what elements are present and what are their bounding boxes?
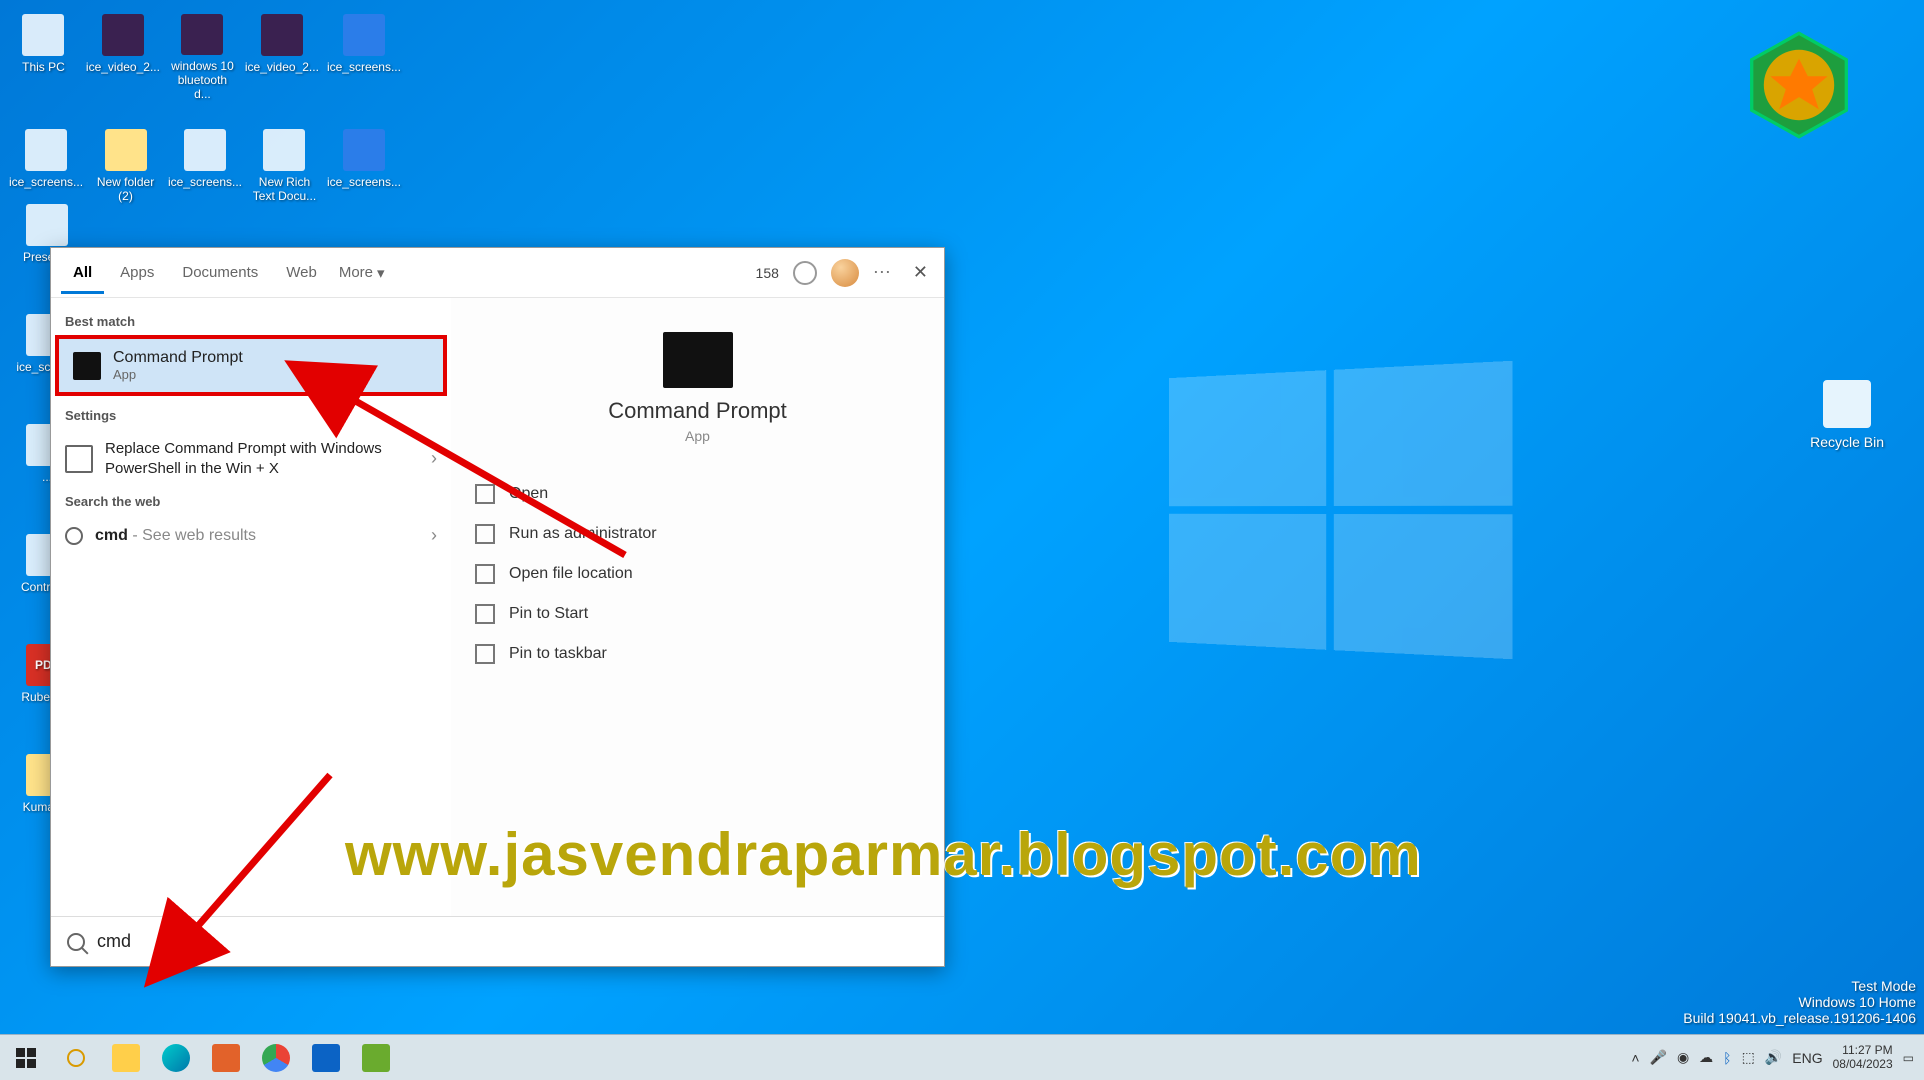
search-input-bar[interactable]	[51, 916, 944, 966]
tray-bluetooth-icon[interactable]: ᛒ	[1723, 1050, 1731, 1066]
system-tray[interactable]: ˄ 🎤 ◉ ☁ ᛒ ⬚ 🔊 ENG	[1631, 1049, 1822, 1066]
recycle-bin[interactable]: Recycle Bin	[1810, 380, 1884, 450]
result-subtitle: App	[113, 367, 243, 382]
search-icon	[67, 1049, 85, 1067]
rewards-icon[interactable]	[793, 261, 817, 285]
tray-notifications-icon[interactable]: ▭	[1903, 1051, 1914, 1065]
tray-chevron-up-icon[interactable]: ˄	[1631, 1050, 1639, 1066]
rewards-points[interactable]: 158	[756, 265, 779, 281]
cmd-large-icon	[663, 332, 733, 388]
section-search-web: Search the web	[51, 488, 451, 515]
tray-volume-icon[interactable]: 🔊	[1765, 1049, 1782, 1066]
pin-icon	[475, 644, 495, 664]
close-button[interactable]: ✕	[907, 262, 934, 283]
taskbar-explorer[interactable]	[104, 1038, 148, 1078]
taskbar-edge[interactable]	[154, 1038, 198, 1078]
result-command-prompt[interactable]: Command Prompt App	[55, 335, 447, 396]
desktop-icon-this-pc[interactable]: This PC	[5, 10, 82, 105]
desktop-icon[interactable]: ice_screens...	[323, 125, 405, 220]
taskbar-store[interactable]	[304, 1038, 348, 1078]
settings-icon	[65, 445, 93, 473]
section-best-match: Best match	[51, 308, 451, 335]
desktop-icon[interactable]: windows 10 bluetooth d...	[164, 10, 241, 105]
search-icon	[67, 933, 85, 951]
tray-network-icon[interactable]: ⬚	[1742, 1049, 1755, 1066]
action-open[interactable]: Open	[469, 474, 926, 514]
desktop-icon[interactable]: New folder (2)	[87, 125, 164, 220]
desktop-icons-area: This PC ice_video_2... windows 10 blueto…	[5, 10, 405, 220]
tab-documents[interactable]: Documents	[170, 252, 270, 294]
tray-language-icon[interactable]: ENG	[1792, 1050, 1822, 1066]
chevron-down-icon: ▾	[377, 264, 385, 282]
recycle-bin-icon	[1823, 380, 1871, 428]
desktop-icon[interactable]: ice_screens...	[164, 125, 246, 220]
desktop-build-info: Test Mode Windows 10 Home Build 19041.vb…	[1683, 978, 1916, 1026]
details-title: Command Prompt	[469, 398, 926, 424]
search-icon	[65, 527, 83, 545]
taskbar-clock[interactable]: 11:27 PM 08/04/2023	[1833, 1044, 1893, 1072]
channel-badge-icon	[1744, 30, 1854, 140]
user-avatar[interactable]	[831, 259, 859, 287]
action-pin-taskbar[interactable]: Pin to taskbar	[469, 634, 926, 674]
tray-mic-icon[interactable]: 🎤	[1650, 1049, 1667, 1066]
chevron-right-icon: ›	[431, 525, 437, 546]
admin-icon	[475, 524, 495, 544]
tray-onedrive-icon[interactable]: ☁	[1699, 1049, 1713, 1066]
cmd-icon	[73, 352, 101, 380]
watermark-text: www.jasvendraparmar.blogspot.com	[345, 820, 1422, 889]
result-settings-item[interactable]: Replace Command Prompt with Windows Powe…	[51, 429, 451, 488]
search-header: All Apps Documents Web More ▾ 158 ⋯ ✕	[51, 248, 944, 298]
taskbar-app[interactable]	[204, 1038, 248, 1078]
desktop-icon[interactable]: ice_video_2...	[82, 10, 164, 105]
details-subtitle: App	[469, 428, 926, 444]
section-settings: Settings	[51, 402, 451, 429]
action-open-location[interactable]: Open file location	[469, 554, 926, 594]
taskbar-search-button[interactable]	[54, 1038, 98, 1078]
tab-web[interactable]: Web	[274, 252, 329, 294]
tab-more[interactable]: More ▾	[329, 264, 395, 282]
chevron-right-icon: ›	[431, 448, 437, 469]
tab-apps[interactable]: Apps	[108, 252, 166, 294]
options-button[interactable]: ⋯	[873, 262, 893, 283]
folder-icon	[475, 564, 495, 584]
action-pin-start[interactable]: Pin to Start	[469, 594, 926, 634]
taskbar-chrome[interactable]	[254, 1038, 298, 1078]
tray-chrome-icon[interactable]: ◉	[1677, 1049, 1689, 1066]
desktop-icon[interactable]: New Rich Text Docu...	[246, 125, 323, 220]
desktop-icon[interactable]: ice_screens...	[323, 10, 405, 105]
start-button[interactable]	[4, 1038, 48, 1078]
result-title: Command Prompt	[113, 349, 243, 367]
windows-wallpaper-logo	[1169, 361, 1513, 659]
result-web-search[interactable]: cmd - See web results ›	[51, 515, 451, 556]
search-input[interactable]	[97, 931, 928, 952]
desktop-icon[interactable]: ice_video_2...	[241, 10, 323, 105]
open-icon	[475, 484, 495, 504]
tab-all[interactable]: All	[61, 252, 104, 294]
pin-icon	[475, 604, 495, 624]
taskbar: ˄ 🎤 ◉ ☁ ᛒ ⬚ 🔊 ENG 11:27 PM 08/04/2023 ▭	[0, 1034, 1924, 1080]
action-run-admin[interactable]: Run as administrator	[469, 514, 926, 554]
taskbar-app-green[interactable]	[354, 1038, 398, 1078]
